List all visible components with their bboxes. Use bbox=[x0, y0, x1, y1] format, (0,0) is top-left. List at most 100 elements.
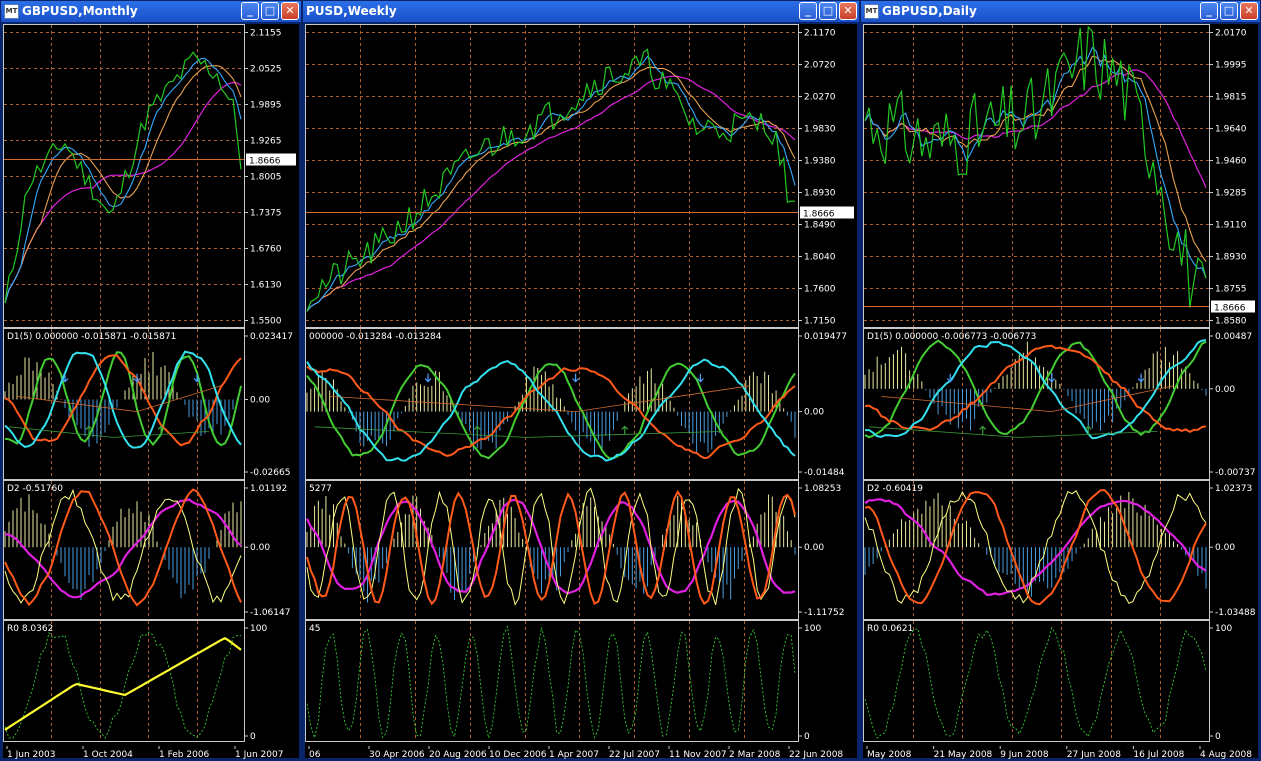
oscillator-yellow bbox=[864, 490, 1207, 604]
rsi-line bbox=[864, 626, 1207, 739]
time-axis-label: 4 Aug 2008 bbox=[1200, 750, 1252, 760]
time-axis-label: 20 Aug 2006 bbox=[429, 750, 487, 760]
chart-canvas[interactable]: 2.1170 2.0720 2.0270 1.9830 1.9380 1.8930 1.84… bbox=[305, 24, 857, 760]
price-scale-label: 1.8490 bbox=[804, 221, 836, 231]
time-axis-label: 1 Feb 2006 bbox=[159, 750, 210, 760]
price-scale-label: 1.8040 bbox=[804, 253, 836, 263]
price-scale-label: 1.7600 bbox=[804, 285, 836, 295]
chart-canvas[interactable]: 2.1155 2.0525 1.9895 1.9265 1.8005 1.7375 1.67… bbox=[3, 24, 299, 760]
price-scale-label: 1.9815 bbox=[1215, 93, 1247, 103]
time-axis-label: 06 bbox=[309, 750, 321, 760]
time-axis-label: 30 Apr 2006 bbox=[369, 750, 425, 760]
time-axis-label: 2 Mar 2008 bbox=[729, 750, 781, 760]
chart-window-daily[interactable]: MT GBPUSD,Daily _ □ ✕ 2.0170 1.9995 1.9815 1.9… bbox=[860, 0, 1261, 761]
price-scale-label: 1.9640 bbox=[1215, 125, 1247, 135]
indicator-1-scale-label: -0.01484 bbox=[804, 468, 845, 478]
arrow-down-icon bbox=[424, 373, 432, 383]
price-scale-label: 1.9110 bbox=[1215, 221, 1247, 231]
window-title: GBPUSD,Daily bbox=[882, 4, 977, 18]
close-button[interactable]: ✕ bbox=[839, 2, 857, 20]
price-scale-label: 2.0270 bbox=[804, 93, 836, 103]
divergence-line bbox=[314, 426, 724, 438]
maximize-button[interactable]: □ bbox=[1220, 2, 1238, 20]
indicator-1-scale-label: 0.023417 bbox=[250, 332, 293, 342]
price-scale-label: 1.9830 bbox=[804, 125, 836, 135]
indicator-2-label: D2 -0.51760 bbox=[7, 484, 63, 494]
close-button[interactable]: ✕ bbox=[281, 2, 299, 20]
price-scale-label: 1.9265 bbox=[250, 137, 282, 147]
chart-window-monthly[interactable]: MT GBPUSD,Monthly _ □ ✕ 2.1155 2.0525 1.9895 1… bbox=[0, 0, 302, 761]
close-button[interactable]: ✕ bbox=[1240, 2, 1258, 20]
indicator-2-scale-label: -1.11752 bbox=[804, 608, 844, 618]
price-scale-label: 1.8580 bbox=[1215, 317, 1247, 327]
price-scale-label: 2.0525 bbox=[250, 65, 282, 75]
oscillator-orange bbox=[306, 365, 796, 460]
maximize-button[interactable]: □ bbox=[261, 2, 279, 20]
price-scale-label: 1.9460 bbox=[1215, 157, 1247, 167]
indicator-1-scale-label: 0.00487 bbox=[1215, 332, 1252, 342]
current-price-label: 1.8666 bbox=[249, 157, 281, 167]
price-scale-label: 2.1155 bbox=[250, 29, 282, 39]
pane-border bbox=[3, 480, 245, 620]
price-scale-label: 1.6130 bbox=[250, 281, 282, 291]
maximize-button[interactable]: □ bbox=[819, 2, 837, 20]
price-scale-label: 1.5500 bbox=[250, 317, 282, 327]
pane-border bbox=[305, 24, 799, 328]
indicator-3-scale-label: 0 bbox=[1215, 732, 1221, 742]
chart-area[interactable]: 2.1170 2.0720 2.0270 1.9830 1.9380 1.8930 1.84… bbox=[305, 24, 857, 760]
time-axis-label: 22 Jul 2007 bbox=[609, 750, 660, 760]
chart-window-weekly[interactable]: PUSD,Weekly _ □ ✕ 2.1170 2.0720 2.0270 1.9830… bbox=[302, 0, 860, 761]
oscillator-magenta bbox=[306, 498, 796, 595]
time-axis-label: 1 Jun 2007 bbox=[235, 750, 283, 760]
oscillator-magenta bbox=[4, 498, 242, 599]
indicator-3-scale-label: 0 bbox=[804, 732, 810, 742]
pane-border bbox=[3, 328, 245, 480]
chart-area[interactable]: 2.0170 1.9995 1.9815 1.9640 1.9460 1.9285 1.91… bbox=[863, 24, 1258, 760]
moving-average-mid bbox=[864, 55, 1207, 262]
price-scale-label: 1.6760 bbox=[250, 245, 282, 255]
indicator-3-label: 45 bbox=[309, 624, 320, 634]
window-titlebar[interactable]: MT GBPUSD,Daily _ □ ✕ bbox=[861, 1, 1260, 22]
indicator-1-scale-label: -0.02665 bbox=[250, 468, 290, 478]
indicator-1-scale-label: -0.00737 bbox=[1215, 468, 1255, 478]
price-scale-label: 1.8755 bbox=[1215, 285, 1247, 295]
window-titlebar[interactable]: MT GBPUSD,Monthly _ □ ✕ bbox=[1, 1, 301, 22]
indicator-1-scale-label: 0.00 bbox=[250, 395, 270, 405]
time-axis-label: 1 Apr 2007 bbox=[549, 750, 599, 760]
minimize-button[interactable]: _ bbox=[241, 2, 259, 20]
price-scale-label: 1.9380 bbox=[804, 157, 836, 167]
arrow-down-icon bbox=[572, 373, 580, 383]
indicator-2-scale-label: 0.00 bbox=[250, 543, 270, 553]
window-title: GBPUSD,Monthly bbox=[22, 4, 138, 18]
indicator-2-scale-label: -1.03488 bbox=[1215, 608, 1256, 618]
chart-area[interactable]: 2.1155 2.0525 1.9895 1.9265 1.8005 1.7375 1.67… bbox=[3, 24, 299, 760]
time-axis-label: 11 Nov 2007 bbox=[669, 750, 727, 760]
arrow-down-icon bbox=[697, 373, 704, 383]
moving-average-slow bbox=[4, 81, 242, 304]
indicator-2-scale-label: 1.02373 bbox=[1215, 484, 1252, 494]
pane-border bbox=[305, 620, 799, 742]
current-price-label: 1.8666 bbox=[803, 210, 835, 220]
window-titlebar[interactable]: PUSD,Weekly _ □ ✕ bbox=[303, 1, 859, 22]
price-scale-label: 2.0170 bbox=[1215, 29, 1247, 39]
moving-average-mid bbox=[306, 66, 796, 312]
current-price-label: 1.8666 bbox=[1214, 304, 1246, 314]
indicator-1-scale-label: 0.00 bbox=[1215, 385, 1235, 395]
time-axis-label: 9 Jun 2008 bbox=[1000, 750, 1049, 760]
minimize-button[interactable]: _ bbox=[799, 2, 817, 20]
price-scale-label: 1.8930 bbox=[804, 189, 836, 199]
minimize-button[interactable]: _ bbox=[1200, 2, 1218, 20]
price-scale-label: 1.7375 bbox=[250, 209, 282, 219]
chart-canvas[interactable]: 2.0170 1.9995 1.9815 1.9640 1.9460 1.9285 1.91… bbox=[863, 24, 1258, 760]
indicator-1-label: D1(5) 0.000000 -0.006773 -0.006773 bbox=[867, 332, 1036, 342]
price-line bbox=[4, 51, 242, 304]
pane-border bbox=[3, 620, 245, 742]
arrow-up-icon bbox=[979, 425, 987, 435]
indicator-1-label: D1(5) 0.000000 -0.015871 -0.015871 bbox=[7, 332, 176, 342]
time-axis-label: 1 Oct 2004 bbox=[83, 750, 133, 760]
price-scale-label: 2.1170 bbox=[804, 29, 836, 39]
price-scale-label: 1.9995 bbox=[1215, 61, 1247, 71]
indicator-2-label: D2 -0.60419 bbox=[867, 484, 923, 494]
price-scale-label: 1.8930 bbox=[1215, 253, 1247, 263]
indicator-2-label: 5277 bbox=[309, 484, 332, 494]
